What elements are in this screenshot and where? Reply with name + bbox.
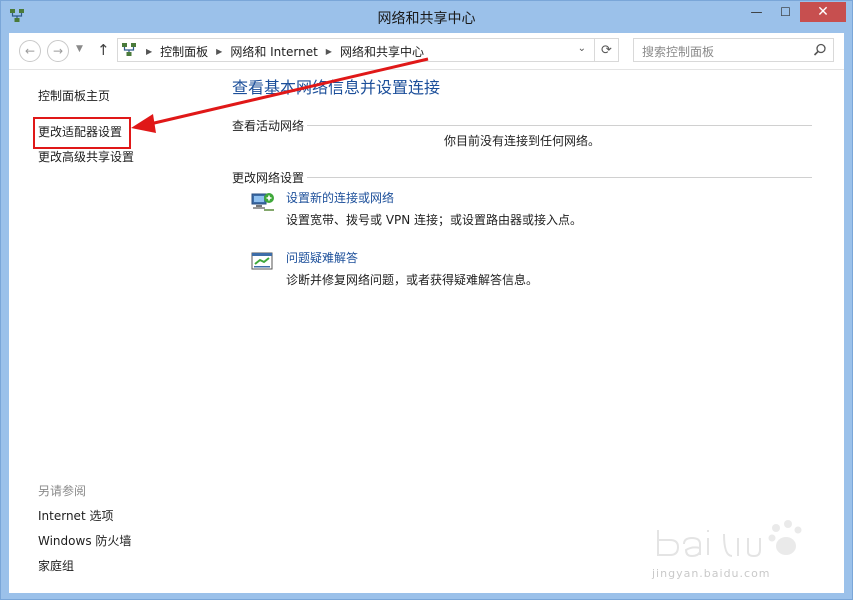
forward-arrow-icon[interactable]: → [47, 40, 69, 62]
page-title: 查看基本网络信息并设置连接 [232, 78, 441, 97]
navigation-bar: ← → ▼ ↑ ▶ 控制面板 ▶ 网络和 Internet ▶ 网络和共享中心 [9, 33, 844, 70]
troubleshoot-description: 诊断并修复网络问题，或者获得疑难解答信息。 [286, 273, 539, 287]
troubleshoot-link[interactable]: 问题疑难解答 [286, 249, 358, 266]
breadcrumb-control-panel[interactable]: 控制面板 [160, 43, 208, 60]
network-setup-icon [251, 193, 274, 211]
see-also-heading: 另请参阅 [38, 484, 87, 498]
window-controls: — ☐ ✕ [742, 2, 846, 22]
breadcrumb-separator-icon[interactable]: ▶ [326, 47, 332, 56]
active-networks-heading: 查看活动网络 [232, 119, 305, 133]
breadcrumb-network-internet[interactable]: 网络和 Internet [230, 43, 317, 60]
back-arrow-icon[interactable]: ← [19, 40, 41, 62]
up-arrow-icon[interactable]: ↑ [97, 41, 110, 59]
search-icon[interactable] [813, 43, 827, 57]
sidebar-item-change-advanced-sharing[interactable]: 更改高级共享设置 [38, 148, 134, 165]
title-bar: 网络和共享中心 — ☐ ✕ [1, 1, 852, 33]
address-dropdown-chevron-icon[interactable]: ⌄ [578, 43, 586, 54]
sidebar-item-homegroup[interactable]: 家庭组 [38, 557, 74, 574]
breadcrumb: ▶ 控制面板 ▶ 网络和 Internet ▶ 网络和共享中心 [142, 43, 424, 60]
breadcrumb-separator-icon[interactable]: ▶ [146, 47, 152, 56]
close-button[interactable]: ✕ [800, 2, 846, 22]
breadcrumb-network-sharing-center[interactable]: 网络和共享中心 [340, 43, 424, 60]
control-panel-icon [122, 43, 136, 56]
section-divider [307, 125, 812, 126]
section-divider [307, 177, 812, 178]
setup-connection-description: 设置宽带、拨号或 VPN 连接；或设置路由器或接入点。 [286, 213, 583, 227]
watermark-url: jingyan.baidu.com [652, 567, 771, 580]
client-area: ← → ▼ ↑ ▶ 控制面板 ▶ 网络和 Internet ▶ 网络和共享中心 [9, 33, 844, 593]
left-navigation-pane: 控制面板主页 更改适配器设置 更改高级共享设置 另请参阅 Internet 选项… [9, 71, 219, 593]
sidebar-item-windows-firewall[interactable]: Windows 防火墙 [38, 532, 131, 549]
troubleshoot-icon [251, 252, 273, 270]
search-box[interactable]: 搜索控制面板 [633, 38, 834, 62]
sidebar-item-internet-options[interactable]: Internet 选项 [38, 507, 113, 524]
maximize-button[interactable]: ☐ [771, 2, 800, 22]
recent-locations-chevron-icon[interactable]: ▼ [76, 44, 83, 54]
breadcrumb-separator-icon[interactable]: ▶ [216, 47, 222, 56]
refresh-icon[interactable]: ⟳ [594, 38, 618, 62]
annotation-highlight-box [33, 117, 131, 149]
sidebar-item-control-panel-home[interactable]: 控制面板主页 [38, 87, 110, 104]
search-input[interactable]: 搜索控制面板 [642, 43, 714, 60]
minimize-button[interactable]: — [742, 2, 771, 22]
address-bar[interactable]: ▶ 控制面板 ▶ 网络和 Internet ▶ 网络和共享中心 ⌄ ⟳ [117, 38, 619, 62]
window-title: 网络和共享中心 [377, 11, 476, 27]
setup-connection-link[interactable]: 设置新的连接或网络 [286, 189, 394, 206]
change-network-settings-heading: 更改网络设置 [232, 171, 305, 185]
no-connection-message: 你目前没有连接到任何网络。 [444, 134, 601, 148]
